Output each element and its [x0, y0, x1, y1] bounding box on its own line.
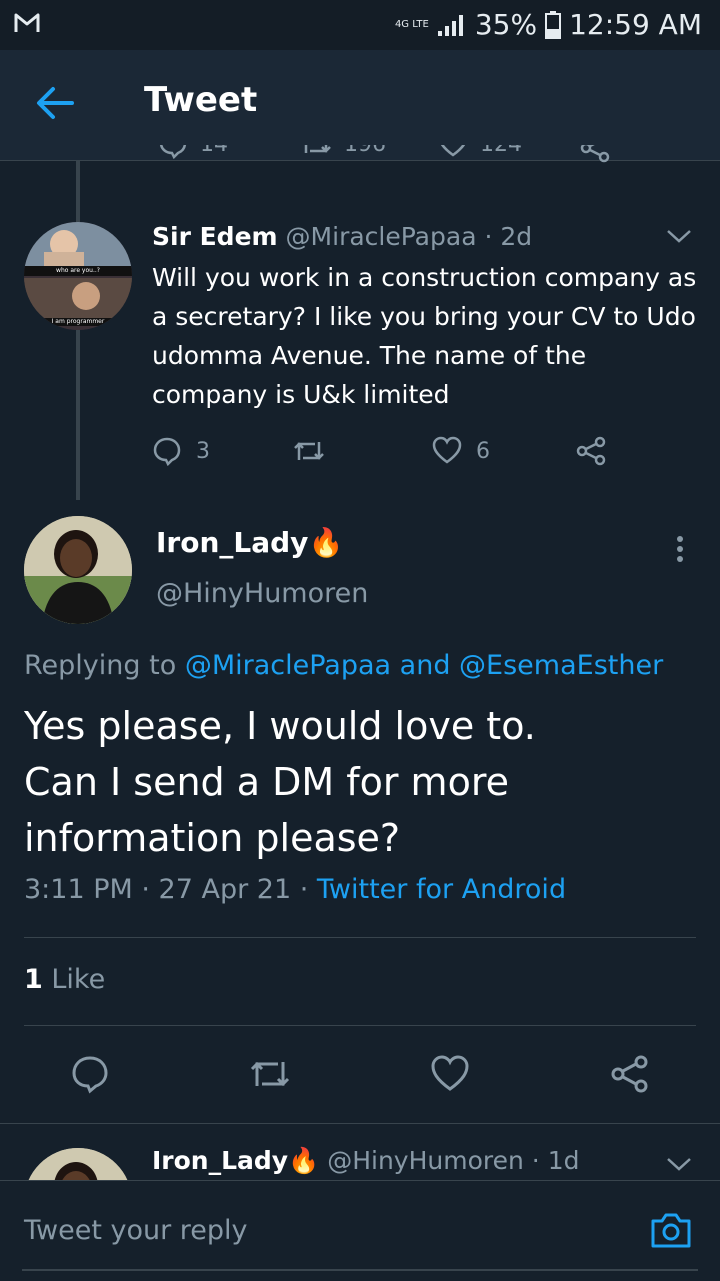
likes-count: 1 [24, 964, 43, 995]
tweet-header: Sir Edem @MiraclePapaa · 2d [152, 222, 532, 251]
heart-icon[interactable] [438, 145, 468, 159]
tweet-text-line: Yes please, I would love to. [24, 704, 536, 748]
like-count: 124 [480, 145, 522, 157]
network-type: 4G LTE [394, 18, 429, 30]
author-handle[interactable]: @MiraclePapaa [286, 222, 477, 251]
like-count: 6 [476, 438, 490, 464]
avatar-image [24, 1148, 132, 1180]
avatar[interactable] [24, 1148, 132, 1180]
tweet-age: · 1d [531, 1146, 580, 1175]
author-name[interactable]: Sir Edem [152, 222, 278, 251]
mention-link[interactable]: @MiraclePapaa [185, 650, 391, 681]
mention-link[interactable]: @EsemaEsther [459, 650, 663, 681]
like-action[interactable]: 6 [432, 436, 576, 466]
avatar[interactable] [24, 516, 132, 624]
thread-line-top [76, 160, 80, 222]
author-name-text: Iron_Lady [156, 526, 309, 559]
tweet-date: · 27 Apr 21 · [141, 874, 309, 905]
more-vertical-icon[interactable] [676, 536, 684, 562]
author-name[interactable]: Iron_Lady🔥 [156, 526, 343, 559]
reply-count: 3 [196, 438, 210, 464]
signal-icon [437, 14, 463, 36]
back-arrow-icon[interactable] [36, 86, 74, 120]
camera-icon[interactable] [650, 1211, 692, 1249]
tweet-meta: 3:11 PM · 27 Apr 21 · Twitter for Androi… [24, 874, 566, 905]
retweet-action[interactable] [292, 436, 432, 466]
tweet-actions: 3 6 [152, 436, 606, 466]
avatar-caption-top: who are you..? [56, 267, 100, 274]
gmail-icon [14, 13, 40, 32]
divider [24, 1025, 696, 1026]
share-icon[interactable] [610, 1054, 650, 1094]
tweet-age: · 2d [484, 222, 533, 251]
retweet-icon [294, 442, 324, 460]
chevron-down-icon[interactable] [666, 1156, 692, 1172]
retweet-icon[interactable] [300, 145, 332, 159]
replying-prefix: Replying to [24, 650, 177, 681]
chevron-down-icon[interactable] [666, 228, 692, 244]
reply-icon[interactable] [70, 1054, 110, 1094]
tweet-header: Iron_Lady🔥 @HinyHumoren · 1d [152, 1146, 579, 1176]
reply-composer: Tweet your reply [0, 1180, 720, 1281]
author-name[interactable]: Iron_Lady [152, 1146, 288, 1175]
retweet-count: 196 [344, 145, 386, 157]
thread-line-middle [76, 330, 80, 500]
share-action[interactable] [576, 436, 606, 466]
author-handle[interactable]: @HinyHumoren [327, 1146, 524, 1175]
focused-tweet-actions [0, 1040, 720, 1110]
reply-input[interactable]: Tweet your reply [24, 1215, 248, 1246]
replying-and: and [399, 650, 451, 681]
avatar[interactable]: who are you..? I am programmer [24, 222, 132, 330]
heart-icon[interactable] [430, 1054, 470, 1094]
tweet-text: Will you work in a construction company … [152, 263, 697, 409]
reply-icon[interactable] [158, 145, 188, 159]
likes-label: Like [51, 964, 106, 995]
battery-percent: 35% [474, 8, 538, 41]
tweet-text-line: Can I send a DM for more [24, 760, 509, 804]
fire-emoji: 🔥 [288, 1146, 320, 1175]
heart-icon [432, 436, 462, 464]
avatar-caption-bottom: I am programmer [51, 318, 105, 325]
divider [24, 937, 696, 938]
tweet-time: 3:11 PM [24, 874, 133, 905]
likes-summary[interactable]: 1 Like [24, 964, 105, 995]
replying-to: Replying to @MiraclePapaa and @EsemaEsth… [24, 650, 663, 681]
author-handle[interactable]: @HinyHumoren [156, 578, 368, 609]
status-bar: 4G LTE 35% 12:59 AM [0, 0, 720, 50]
battery-icon [545, 10, 562, 39]
share-icon[interactable] [580, 145, 610, 163]
avatar-image [24, 516, 132, 624]
tweet-text-line: information please? [24, 816, 401, 860]
tweet-client-link[interactable]: Twitter for Android [317, 874, 566, 905]
tweet-text: Yes please, I would love to. Can I send … [24, 698, 694, 866]
reply-icon [153, 437, 181, 466]
divider [22, 1269, 698, 1271]
retweet-icon[interactable] [248, 1054, 292, 1094]
fire-emoji: 🔥 [308, 526, 344, 559]
avatar-image [24, 222, 132, 330]
previous-tweet-actions: 14 196 124 [150, 145, 620, 175]
reply-action[interactable]: 3 [152, 436, 292, 466]
share-icon [576, 436, 606, 466]
clock: 12:59 AM [569, 8, 702, 41]
reply-count: 14 [200, 145, 228, 157]
reply-tweet[interactable]: Iron_Lady🔥 @HinyHumoren · 1d [0, 1124, 720, 1180]
page-title: Tweet [144, 80, 258, 120]
